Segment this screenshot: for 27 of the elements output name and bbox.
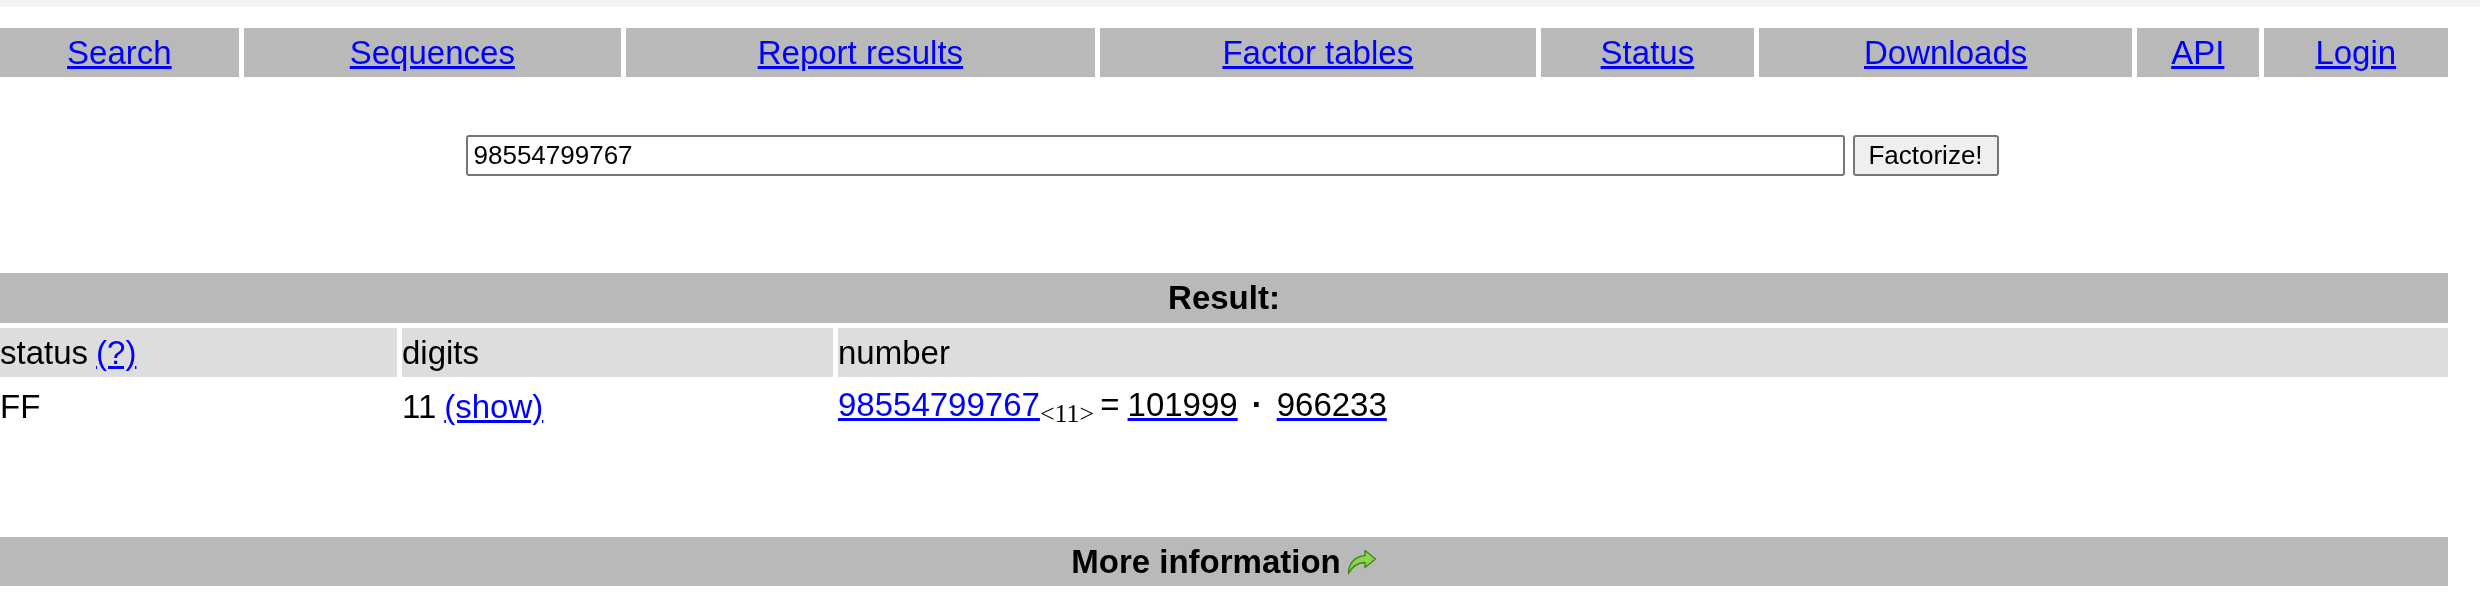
nav-link[interactable]: Status <box>1540 28 1755 77</box>
nav-link[interactable]: Downloads <box>1759 28 2133 77</box>
nav-link[interactable]: Factor tables <box>1099 28 1536 77</box>
column-label: status <box>0 333 89 371</box>
table-title: Result: <box>0 273 2448 323</box>
factor-link[interactable]: 101999 <box>1127 385 1238 423</box>
curved-arrow-icon[interactable] <box>1346 548 1377 575</box>
factor-link[interactable]: 966233 <box>1276 385 1387 423</box>
column-label: digits <box>402 333 480 371</box>
nav-link[interactable]: Login <box>2263 28 2448 77</box>
equals-sign: = <box>1100 385 1120 423</box>
nav-link[interactable]: Search <box>0 28 239 77</box>
section-header[interactable]: More information <box>0 537 2448 586</box>
digit-count: 11 <box>402 388 437 425</box>
factorize-button[interactable]: Factorize! <box>1852 135 1999 176</box>
digit-count-subscript: <11> <box>1039 398 1095 428</box>
number-link[interactable]: 98554799767 <box>838 385 1040 423</box>
nav-link[interactable]: Report results <box>625 28 1095 77</box>
separator-dot: · <box>1251 385 1263 423</box>
show-link[interactable]: (show) <box>444 388 544 425</box>
search-field[interactable]: 98554799767 <box>465 135 1845 176</box>
section-title: More information <box>1071 542 1341 581</box>
nav-link[interactable]: API <box>2137 28 2259 77</box>
nav-link[interactable]: Sequences <box>243 28 621 77</box>
status-value: FF <box>0 387 42 427</box>
column-label: number <box>838 333 950 371</box>
help-link[interactable]: (?) <box>96 333 137 371</box>
